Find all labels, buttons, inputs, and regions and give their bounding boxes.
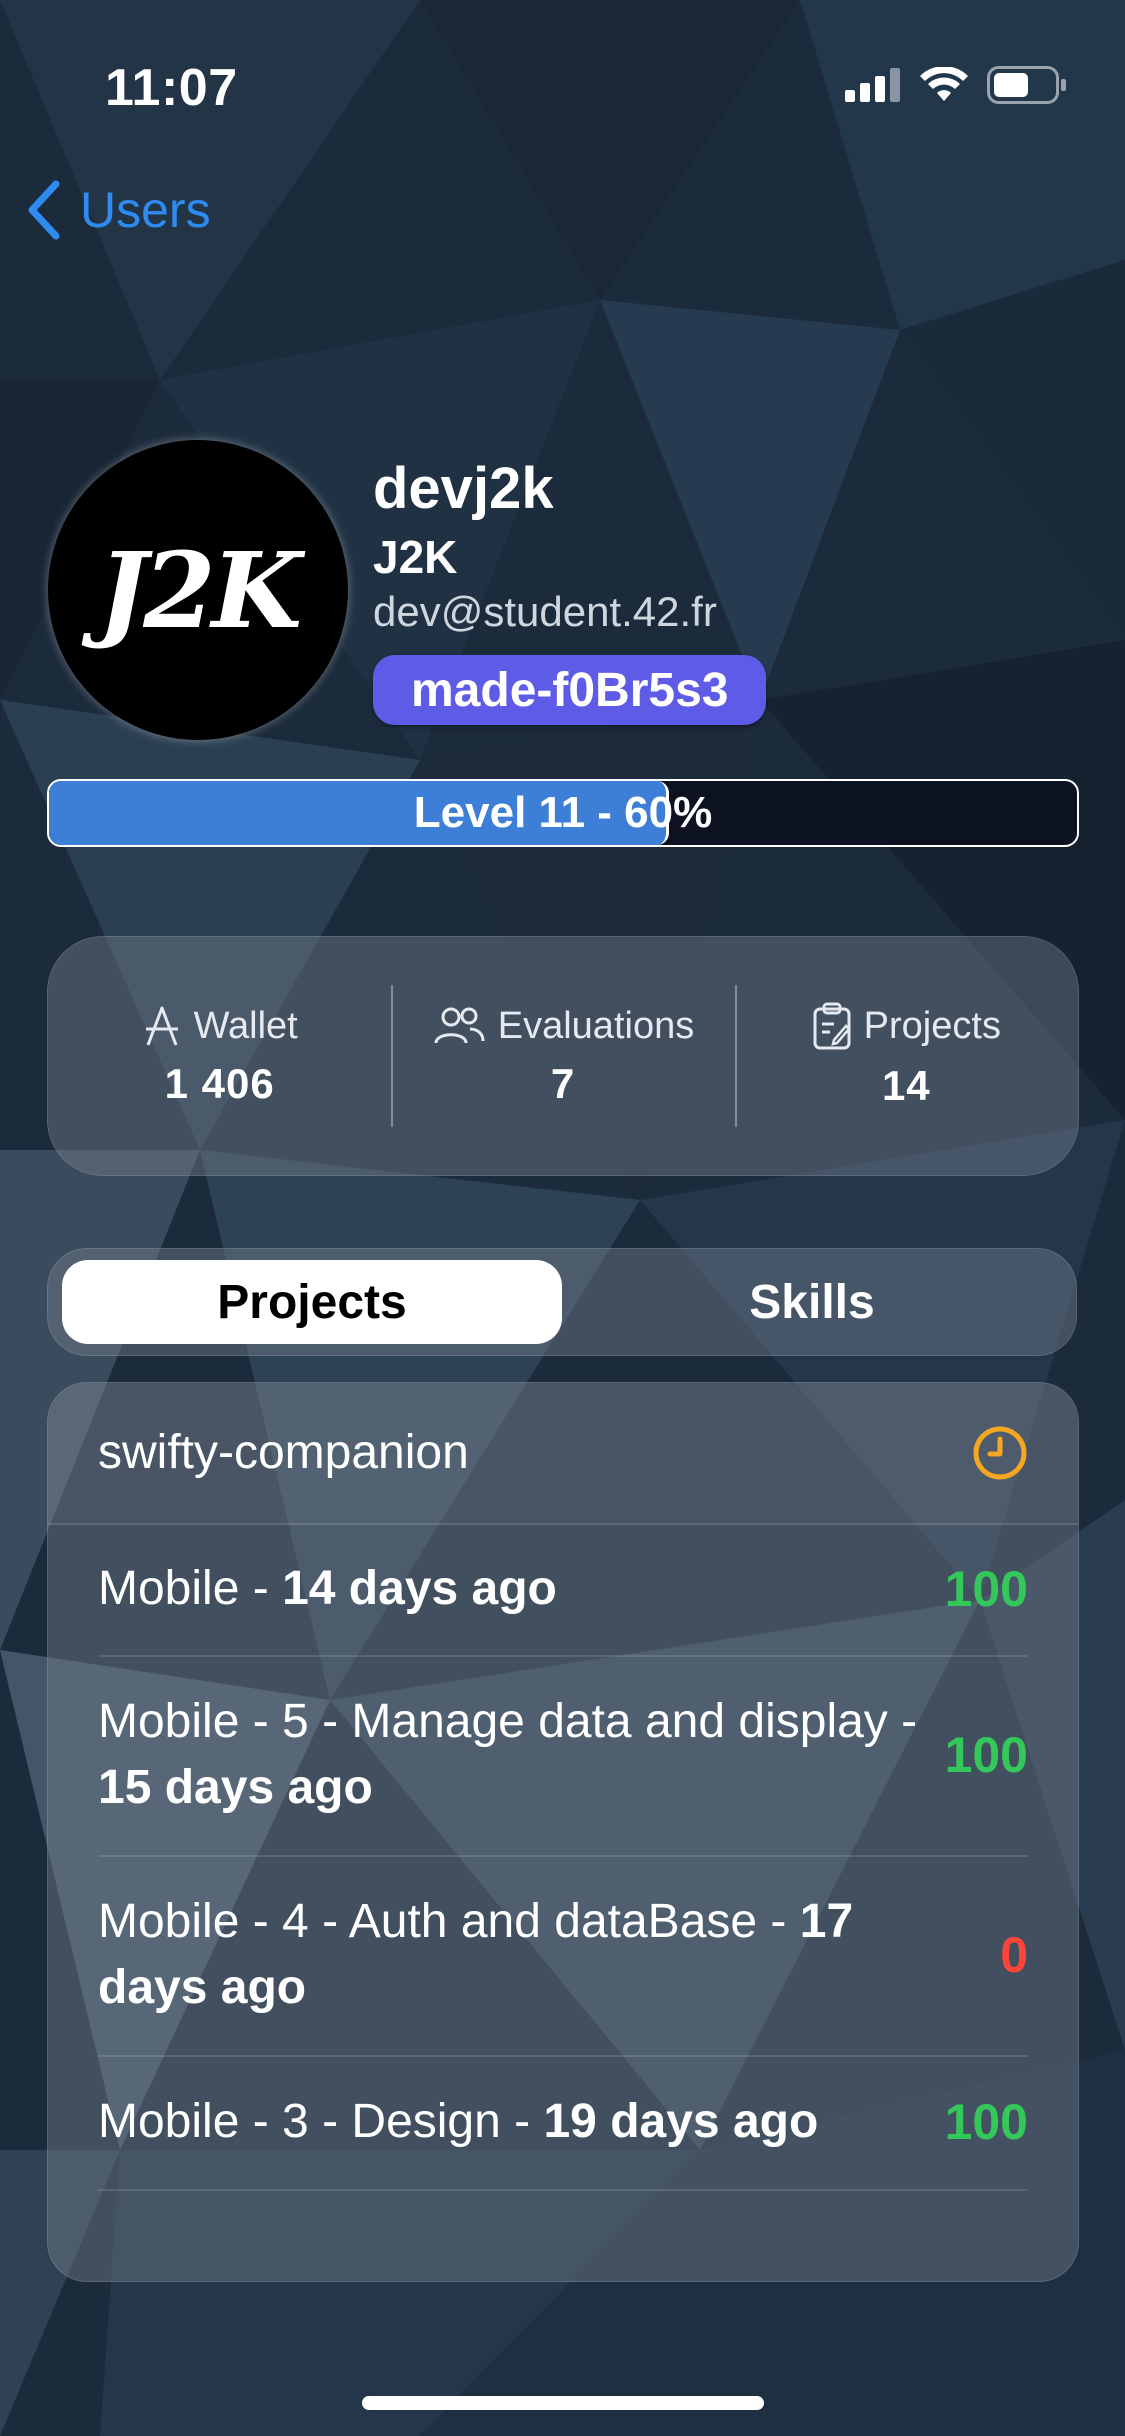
stat-projects-label: Projects bbox=[863, 1004, 1001, 1047]
avatar-logo-text: J2K bbox=[98, 528, 302, 652]
wifi-icon bbox=[920, 67, 968, 101]
level-progress-bar: Level 11 - 60% bbox=[47, 779, 1079, 847]
user-badge: made-f0Br5s3 bbox=[373, 655, 767, 725]
tab-skills[interactable]: Skills bbox=[562, 1260, 1062, 1344]
project-score: 100 bbox=[944, 2094, 1028, 2150]
stat-evaluations-value: 7 bbox=[550, 1059, 576, 1107]
project-title: Mobile - 4 - Auth and dataBase - 17 days… bbox=[98, 1895, 854, 2014]
list-item-current-project[interactable]: swifty-companion bbox=[48, 1383, 1078, 1525]
user-login: devj2k bbox=[373, 456, 554, 521]
list-item[interactable]: Mobile - 5 - Manage data and display - 1… bbox=[98, 1655, 1028, 1857]
project-time: 19 days ago bbox=[543, 2095, 819, 2148]
user-email: dev@student.42.fr bbox=[373, 588, 717, 635]
level-label: Level 11 - 60% bbox=[413, 788, 713, 837]
status-time: 11:07 bbox=[105, 59, 238, 117]
project-time: 14 days ago bbox=[282, 1562, 557, 1615]
tab-projects[interactable]: Projects bbox=[62, 1260, 562, 1344]
people-icon bbox=[434, 1007, 485, 1044]
chevron-left-icon bbox=[28, 180, 60, 240]
list-item[interactable]: Mobile - 4 - Auth and dataBase - 17 days… bbox=[98, 1855, 1028, 2057]
cellular-signal-icon bbox=[845, 68, 900, 102]
status-icons bbox=[845, 66, 1067, 104]
current-project-name: swifty-companion bbox=[98, 1426, 469, 1479]
back-button[interactable]: Users bbox=[24, 180, 211, 240]
list-item[interactable]: Mobile - 3 - Design - 19 days ago 100 bbox=[98, 2055, 1028, 2191]
stats-card: Wallet 1 406 Evaluations 7 Projects 14 bbox=[47, 936, 1079, 1176]
user-display-name: J2K bbox=[373, 531, 458, 583]
project-score: 0 bbox=[1000, 1927, 1028, 1983]
stat-wallet-label: Wallet bbox=[193, 1004, 298, 1047]
battery-icon bbox=[987, 66, 1066, 104]
tab-segmented-control: Projects Skills bbox=[47, 1248, 1077, 1356]
avatar: J2K bbox=[48, 440, 348, 740]
home-indicator bbox=[362, 2396, 764, 2410]
project-time: 15 days ago bbox=[98, 1761, 373, 1814]
back-label: Users bbox=[80, 182, 211, 238]
project-title: Mobile - 5 - Manage data and display - 1… bbox=[98, 1695, 918, 1814]
clock-icon bbox=[973, 1426, 1027, 1480]
currency-a-icon bbox=[145, 1006, 178, 1046]
stat-evaluations: Evaluations 7 bbox=[391, 937, 734, 1175]
list-item[interactable]: Mobile - 14 days ago 100 bbox=[98, 1523, 1028, 1657]
stat-wallet: Wallet 1 406 bbox=[48, 937, 391, 1175]
stat-projects-value: 14 bbox=[881, 1062, 931, 1109]
stat-projects: Projects 14 bbox=[734, 937, 1078, 1175]
project-title: Mobile - 3 - Design - 19 days ago bbox=[98, 2095, 819, 2148]
project-title: Mobile - 14 days ago bbox=[98, 1562, 557, 1615]
project-score: 100 bbox=[944, 1727, 1028, 1783]
stat-wallet-value: 1 406 bbox=[164, 1059, 275, 1107]
projects-list: swifty-companion Mobile - 14 days ago 10… bbox=[47, 1382, 1079, 2282]
project-score: 100 bbox=[944, 1561, 1028, 1617]
clipboard-icon bbox=[813, 1002, 851, 1050]
stat-evaluations-label: Evaluations bbox=[497, 1004, 695, 1047]
